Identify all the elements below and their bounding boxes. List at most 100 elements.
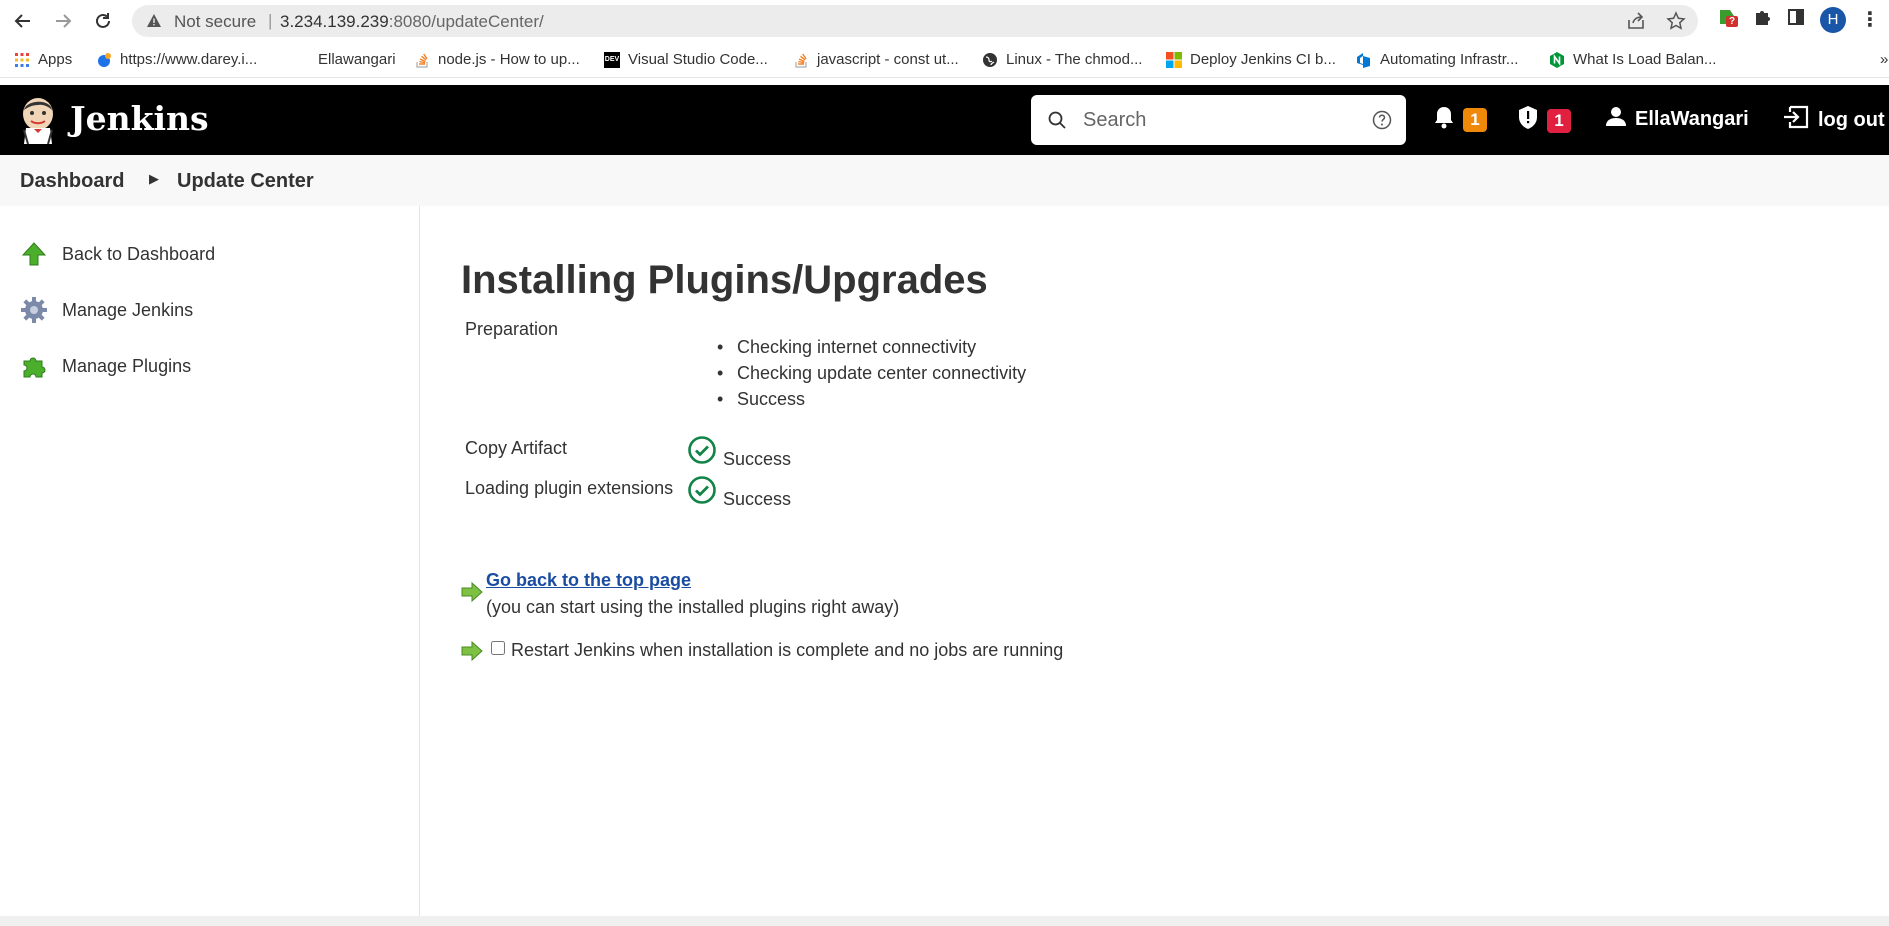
username: EllaWangari — [1635, 107, 1749, 130]
bookmark-deploy-jenkins[interactable]: Deploy Jenkins CI b... — [1166, 51, 1336, 68]
security-label[interactable]: Not secure — [174, 12, 256, 32]
warning-icon — [146, 13, 162, 34]
status-text: Success — [723, 449, 792, 469]
stackoverflow-icon — [414, 52, 430, 68]
bookmark-ellawangari[interactable]: Ellawangari — [318, 51, 396, 68]
sidebar-item-manage-plugins[interactable]: Manage Plugins — [20, 352, 191, 380]
preparation-label: Preparation — [465, 319, 559, 339]
restart-checkbox[interactable] — [491, 640, 505, 655]
plugin-row-label: Loading plugin extensions — [465, 478, 674, 498]
bookmark-label: What Is Load Balan... — [1573, 51, 1717, 68]
reload-icon[interactable] — [88, 6, 118, 36]
bookmarks-overflow-icon[interactable]: » — [1880, 51, 1888, 68]
breadcrumb-dashboard[interactable]: Dashboard — [20, 170, 124, 193]
plugin-row-label: Copy Artifact — [465, 438, 568, 458]
browser-toolbar: Not secure | 3.234.139.239:8080/updateCe… — [0, 0, 1889, 42]
jenkins-header: Jenkins 1 1 EllaWangari log out — [0, 85, 1889, 155]
page-title: Installing Plugins/Upgrades — [461, 258, 988, 302]
plugin-row-status: Success — [687, 475, 791, 510]
nginx-icon — [1549, 51, 1565, 68]
sidebar-item-label: Manage Jenkins — [62, 299, 194, 320]
go-back-top-link[interactable]: Go back to the top page — [486, 570, 691, 591]
help-icon[interactable] — [1372, 110, 1392, 135]
jenkins-logo-icon[interactable] — [18, 96, 58, 145]
restart-label: Restart Jenkins when installation is com… — [511, 640, 1064, 660]
stackoverflow-icon — [793, 52, 809, 68]
bookmark-label: Ellawangari — [318, 51, 396, 68]
darey-icon — [96, 52, 112, 68]
bookmark-label: Visual Studio Code... — [628, 51, 768, 68]
preparation-step: Checking internet connectivity — [717, 337, 976, 358]
bookmark-vscode[interactable]: DEV Visual Studio Code... — [604, 51, 768, 68]
globe-icon — [982, 52, 998, 68]
search-input[interactable] — [1083, 107, 1353, 133]
up-arrow-icon — [20, 240, 48, 268]
plugin-row-status: Success — [687, 435, 791, 470]
search-icon — [1047, 110, 1067, 135]
gear-icon — [20, 296, 48, 324]
sidebar: Back to Dashboard Manage Jenkins Manage … — [0, 206, 420, 916]
extension-badge: ? — [1726, 16, 1739, 27]
main-content: Installing Plugins/Upgrades Preparation … — [421, 206, 1889, 916]
bookmark-label: Linux - The chmod... — [1006, 51, 1143, 68]
bookmark-label: javascript - const ut... — [817, 51, 959, 68]
menu-dots-icon[interactable]: ⋮ — [1860, 7, 1880, 32]
extension-icon[interactable]: ? — [1716, 6, 1739, 33]
sidebar-item-label: Back to Dashboard — [62, 243, 216, 264]
bookmark-label: Deploy Jenkins CI b... — [1190, 51, 1336, 68]
side-panel-icon[interactable] — [1786, 7, 1806, 32]
bookmark-label: Automating Infrastr... — [1380, 51, 1519, 68]
microsoft-icon — [1166, 51, 1182, 68]
url-host: 3.234.139.239 — [280, 12, 389, 31]
bookmark-label: https://www.darey.i... — [120, 51, 258, 68]
preparation-step: Success — [717, 389, 805, 410]
bookmark-javascript[interactable]: javascript - const ut... — [793, 51, 959, 68]
bookmark-load-balancing[interactable]: What Is Load Balan... — [1549, 51, 1716, 68]
apps-grid-icon — [14, 52, 30, 68]
security-badge: 1 — [1547, 109, 1571, 133]
sidebar-item-back-to-dashboard[interactable]: Back to Dashboard — [20, 240, 215, 268]
breadcrumb-update-center[interactable]: Update Center — [177, 170, 314, 193]
url-separator: | — [268, 11, 273, 30]
bookmark-linux[interactable]: Linux - The chmod... — [982, 51, 1142, 68]
dev-icon: DEV — [604, 51, 620, 68]
success-check-icon — [687, 435, 717, 470]
search-box — [1031, 95, 1406, 145]
url-text[interactable]: 3.234.139.239:8080/updateCenter/ — [280, 12, 544, 32]
success-check-icon — [687, 475, 717, 510]
bell-icon — [1433, 105, 1455, 135]
bookmark-label: Apps — [38, 51, 73, 68]
footer-strip — [0, 916, 1889, 926]
user-menu[interactable]: EllaWangari — [1605, 105, 1749, 133]
security-button[interactable]: 1 — [1517, 105, 1571, 137]
logout-icon — [1782, 105, 1810, 135]
logout-button[interactable]: log out — [1782, 105, 1885, 135]
back-icon[interactable] — [8, 6, 38, 36]
logout-label: log out — [1818, 108, 1885, 131]
sidebar-item-manage-jenkins[interactable]: Manage Jenkins — [20, 296, 193, 324]
profile-avatar[interactable]: H — [1820, 6, 1846, 33]
preparation-step: Checking update center connectivity — [717, 363, 1026, 384]
shield-icon — [1517, 105, 1539, 137]
share-icon[interactable] — [1626, 11, 1646, 36]
puzzle-icon — [20, 352, 48, 380]
user-icon — [1605, 105, 1627, 133]
bookmark-nodejs[interactable]: node.js - How to up... — [414, 51, 580, 68]
restart-option[interactable]: Restart Jenkins when installation is com… — [491, 640, 1063, 661]
forward-icon[interactable] — [48, 6, 78, 36]
bookmark-automating[interactable]: Automating Infrastr... — [1356, 51, 1518, 68]
bookmark-apps[interactable]: Apps — [14, 51, 72, 68]
notifications-button[interactable]: 1 — [1433, 105, 1487, 135]
puzzle-extensions-icon[interactable] — [1752, 7, 1772, 32]
breadcrumb: Dashboard ▶ Update Center — [0, 155, 1889, 206]
status-text: Success — [723, 489, 792, 509]
bookmark-darey[interactable]: https://www.darey.i... — [96, 51, 257, 68]
bookmark-label: node.js - How to up... — [438, 51, 580, 68]
notifications-badge: 1 — [1463, 108, 1487, 132]
sidebar-item-label: Manage Plugins — [62, 355, 192, 376]
top-link-note: (you can start using the installed plugi… — [486, 597, 900, 617]
address-bar[interactable]: Not secure | 3.234.139.239:8080/updateCe… — [132, 5, 1698, 37]
breadcrumb-chevron-icon[interactable]: ▶ — [149, 171, 159, 187]
bookmark-star-icon[interactable] — [1666, 11, 1686, 36]
jenkins-title[interactable]: Jenkins — [70, 99, 209, 138]
